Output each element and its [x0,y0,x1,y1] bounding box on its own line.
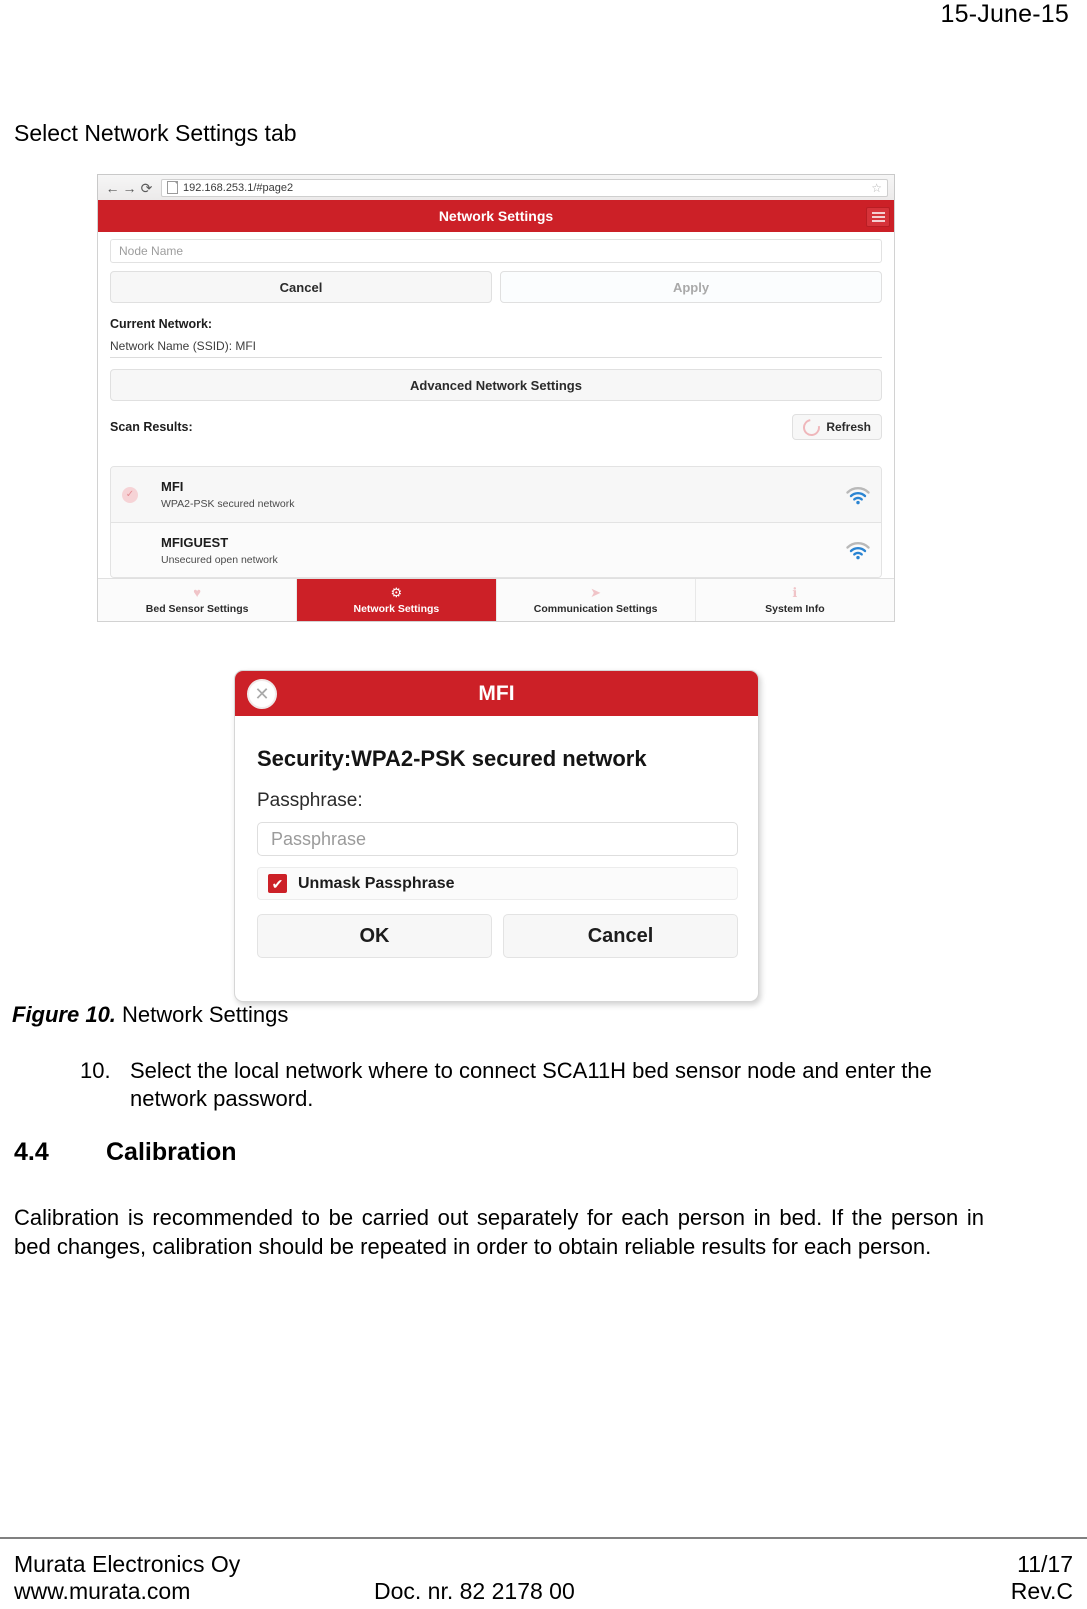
scan-results-label: Scan Results: [110,420,193,434]
dialog-title: MFI [478,681,515,705]
refresh-label: Refresh [826,420,871,434]
network-security: WPA2-PSK secured network [161,498,295,510]
tab-network-settings[interactable]: ⚙ Network Settings [297,579,497,621]
network-name: MFIGUEST [161,534,229,550]
app-title: Network Settings [438,208,554,224]
forward-icon[interactable]: → [121,181,138,195]
network-list: ✓ MFI WPA2-PSK secured network MFIGUEST … [110,466,882,578]
tab-label: Communication Settings [533,603,658,615]
send-icon: ➤ [590,585,602,600]
footer-page-number: 11/17 [1017,1551,1073,1577]
current-ssid-value: Network Name (SSID): MFI [110,339,882,358]
advanced-network-settings-button[interactable]: Advanced Network Settings [110,369,882,401]
reload-circular-arrow-icon [799,415,824,439]
page-date: 15-June-15 [940,0,1069,28]
back-icon[interactable]: ← [104,181,121,195]
dialog-header: ✕ MFI [235,671,758,716]
dialog-actions: OK Cancel [257,914,738,958]
close-icon[interactable]: ✕ [247,678,277,709]
list-item-text: Select the local network where to connec… [130,1058,932,1112]
gear-icon: ⚙ [390,585,403,600]
list-item-number: 10. [80,1058,111,1083]
footer-company: Murata Electronics Oy [14,1551,241,1577]
page-icon [167,181,178,194]
heart-icon: ♥ [193,585,201,600]
tab-label: System Info [765,603,825,615]
passphrase-label: Passphrase: [257,790,363,811]
figure-caption-text: Network Settings [122,1002,289,1027]
figure-screenshot: ← → ⟳ 192.168.253.1/#page2 ☆ Network Set… [97,174,895,644]
browser-toolbar: ← → ⟳ 192.168.253.1/#page2 ☆ [97,174,895,200]
apply-button[interactable]: Apply [500,271,882,303]
page-footer: Murata Electronics Oy 11/17 www.murata.c… [14,1551,1073,1605]
tab-label: Bed Sensor Settings [145,603,249,615]
address-bar-url: 192.168.253.1/#page2 [183,181,294,194]
wifi-signal-icon [845,540,871,560]
cancel-button[interactable]: Cancel [110,271,492,303]
tab-communication-settings[interactable]: ➤ Communication Settings [497,579,696,621]
current-network-label: Current Network: [110,317,213,331]
tab-bed-sensor-settings[interactable]: ♥ Bed Sensor Settings [98,579,298,621]
connected-check-icon: ✓ [122,486,138,503]
footer-website[interactable]: www.murata.com [14,1578,374,1605]
list-item[interactable]: ✓ MFI WPA2-PSK secured network [111,467,881,522]
unmask-passphrase-label: Unmask Passphrase [298,874,455,892]
form-actions: Cancel Apply [110,271,882,303]
node-name-placeholder: Node Name [119,244,184,258]
reload-icon[interactable]: ⟳ [138,181,155,195]
intro-text: Select Network Settings tab [14,120,297,146]
dialog-security-text: Security:WPA2-PSK secured network [257,746,647,771]
info-icon: ℹ [792,585,798,600]
list-item[interactable]: MFIGUEST Unsecured open network [111,522,881,577]
section-number: 4.4 [14,1138,49,1166]
app-window: Network Settings Node Name Cancel Apply … [97,200,895,622]
figure-number: Figure 10. [12,1002,116,1027]
section-heading: 4.4 Calibration [14,1138,237,1167]
unmask-passphrase-row[interactable]: ✔ Unmask Passphrase [257,867,738,900]
menu-button[interactable] [866,207,890,227]
footer-revision: Rev.C [1010,1578,1073,1604]
passphrase-placeholder: Passphrase [271,828,367,849]
tab-system-info[interactable]: ℹ System Info [696,579,894,621]
network-name: MFI [161,479,184,494]
tab-label: Network Settings [353,603,440,615]
passphrase-dialog: ✕ MFI Security:WPA2-PSK secured network … [234,670,759,1002]
wifi-signal-icon [845,485,871,505]
bookmark-star-icon[interactable]: ☆ [871,181,882,195]
ok-button[interactable]: OK [257,914,492,958]
dialog-cancel-button[interactable]: Cancel [503,914,738,958]
scan-results-row: Scan Results: Refresh [110,414,882,440]
footer-divider [0,1537,1087,1539]
body-paragraph: Calibration is recommended to be carried… [14,1205,984,1260]
bottom-tab-bar: ♥ Bed Sensor Settings ⚙ Network Settings… [98,578,894,621]
list-item: 10. Select the local network where to co… [80,1057,980,1113]
passphrase-input[interactable]: Passphrase [257,822,738,856]
app-header: Network Settings [98,200,894,232]
refresh-button[interactable]: Refresh [792,414,882,440]
checkbox-checked-icon[interactable]: ✔ [268,874,287,893]
section-title: Calibration [106,1138,237,1166]
address-bar[interactable]: 192.168.253.1/#page2 ☆ [161,178,888,197]
node-name-input[interactable]: Node Name [110,239,882,263]
footer-doc-number: Doc. nr. 82 2178 00 [374,1578,575,1604]
figure-caption: Figure 10. Network Settings [12,1002,288,1028]
network-security: Unsecured open network [161,553,278,566]
